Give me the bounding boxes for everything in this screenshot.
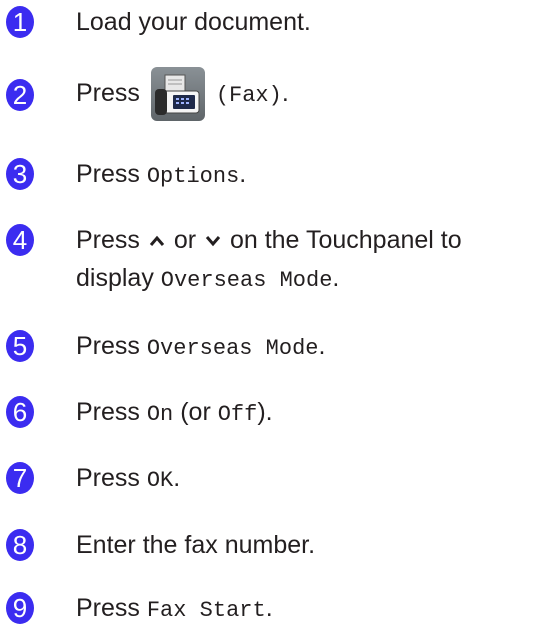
overseas-mode-code: Overseas Mode (160, 268, 333, 293)
step-6-end: ). (257, 398, 273, 426)
touchpanel-text: on the Touchpanel to (229, 226, 462, 254)
off-code: Off (217, 402, 258, 427)
step-text: Press or on the Touchpanel to display Ov… (76, 221, 556, 300)
press-word: Press (76, 332, 140, 360)
down-arrow-icon (205, 236, 221, 247)
step-number: 2 (6, 79, 34, 111)
or-word: (or (180, 398, 211, 426)
step-number: 6 (6, 396, 34, 428)
step-8-text: Enter the fax number. (76, 531, 316, 559)
options-code: Options (146, 164, 240, 189)
step-number: 4 (6, 224, 34, 256)
step-number: 1 (6, 6, 34, 38)
step-text: Press Options. (76, 155, 556, 196)
overseas-mode-code: Overseas Mode (146, 336, 319, 361)
step-text: Enter the fax number. (76, 526, 556, 564)
or-word: or (173, 226, 197, 254)
fax-label: (Fax) (215, 83, 282, 108)
step-9-end: . (265, 594, 273, 622)
step-number: 8 (6, 529, 34, 561)
step-text: Load your document. (76, 3, 556, 41)
step-3-end: . (239, 160, 247, 188)
fax-start-code: Fax Start (146, 598, 266, 623)
step-text: Press Overseas Mode. (76, 327, 556, 368)
step-4-line-2: display Overseas Mode. (76, 259, 556, 300)
instruction-steps: 1 Load your document. 2 Press (Fax). 3 P… (0, 0, 560, 630)
press-word: Press (76, 594, 140, 622)
up-arrow-icon (149, 236, 164, 247)
press-word: Press (76, 160, 140, 188)
display-word: display (76, 264, 154, 292)
step-text: Press OK. (76, 459, 556, 500)
step-text: Press Fax Start. (76, 589, 556, 630)
ok-code: OK (146, 468, 174, 493)
press-word: Press (76, 226, 140, 254)
on-code: On (146, 402, 174, 427)
step-5-end: . (318, 332, 326, 360)
step-2-end: . (281, 79, 289, 107)
step-number: 3 (6, 158, 34, 190)
step-1-text: Load your document. (76, 8, 311, 36)
fax-icon (150, 67, 205, 122)
step-text: Press (Fax). (76, 64, 556, 125)
step-4-end: . (332, 264, 340, 292)
step-text: Press On (or Off). (76, 393, 556, 434)
step-4-line-1: Press or on the Touchpanel to (76, 221, 556, 259)
step-number: 5 (6, 330, 34, 362)
step-number: 7 (6, 462, 34, 494)
press-word: Press (76, 398, 140, 426)
step-7-end: . (173, 464, 181, 492)
press-word: Press (76, 464, 140, 492)
step-number: 9 (6, 592, 34, 624)
press-word: Press (76, 79, 140, 107)
